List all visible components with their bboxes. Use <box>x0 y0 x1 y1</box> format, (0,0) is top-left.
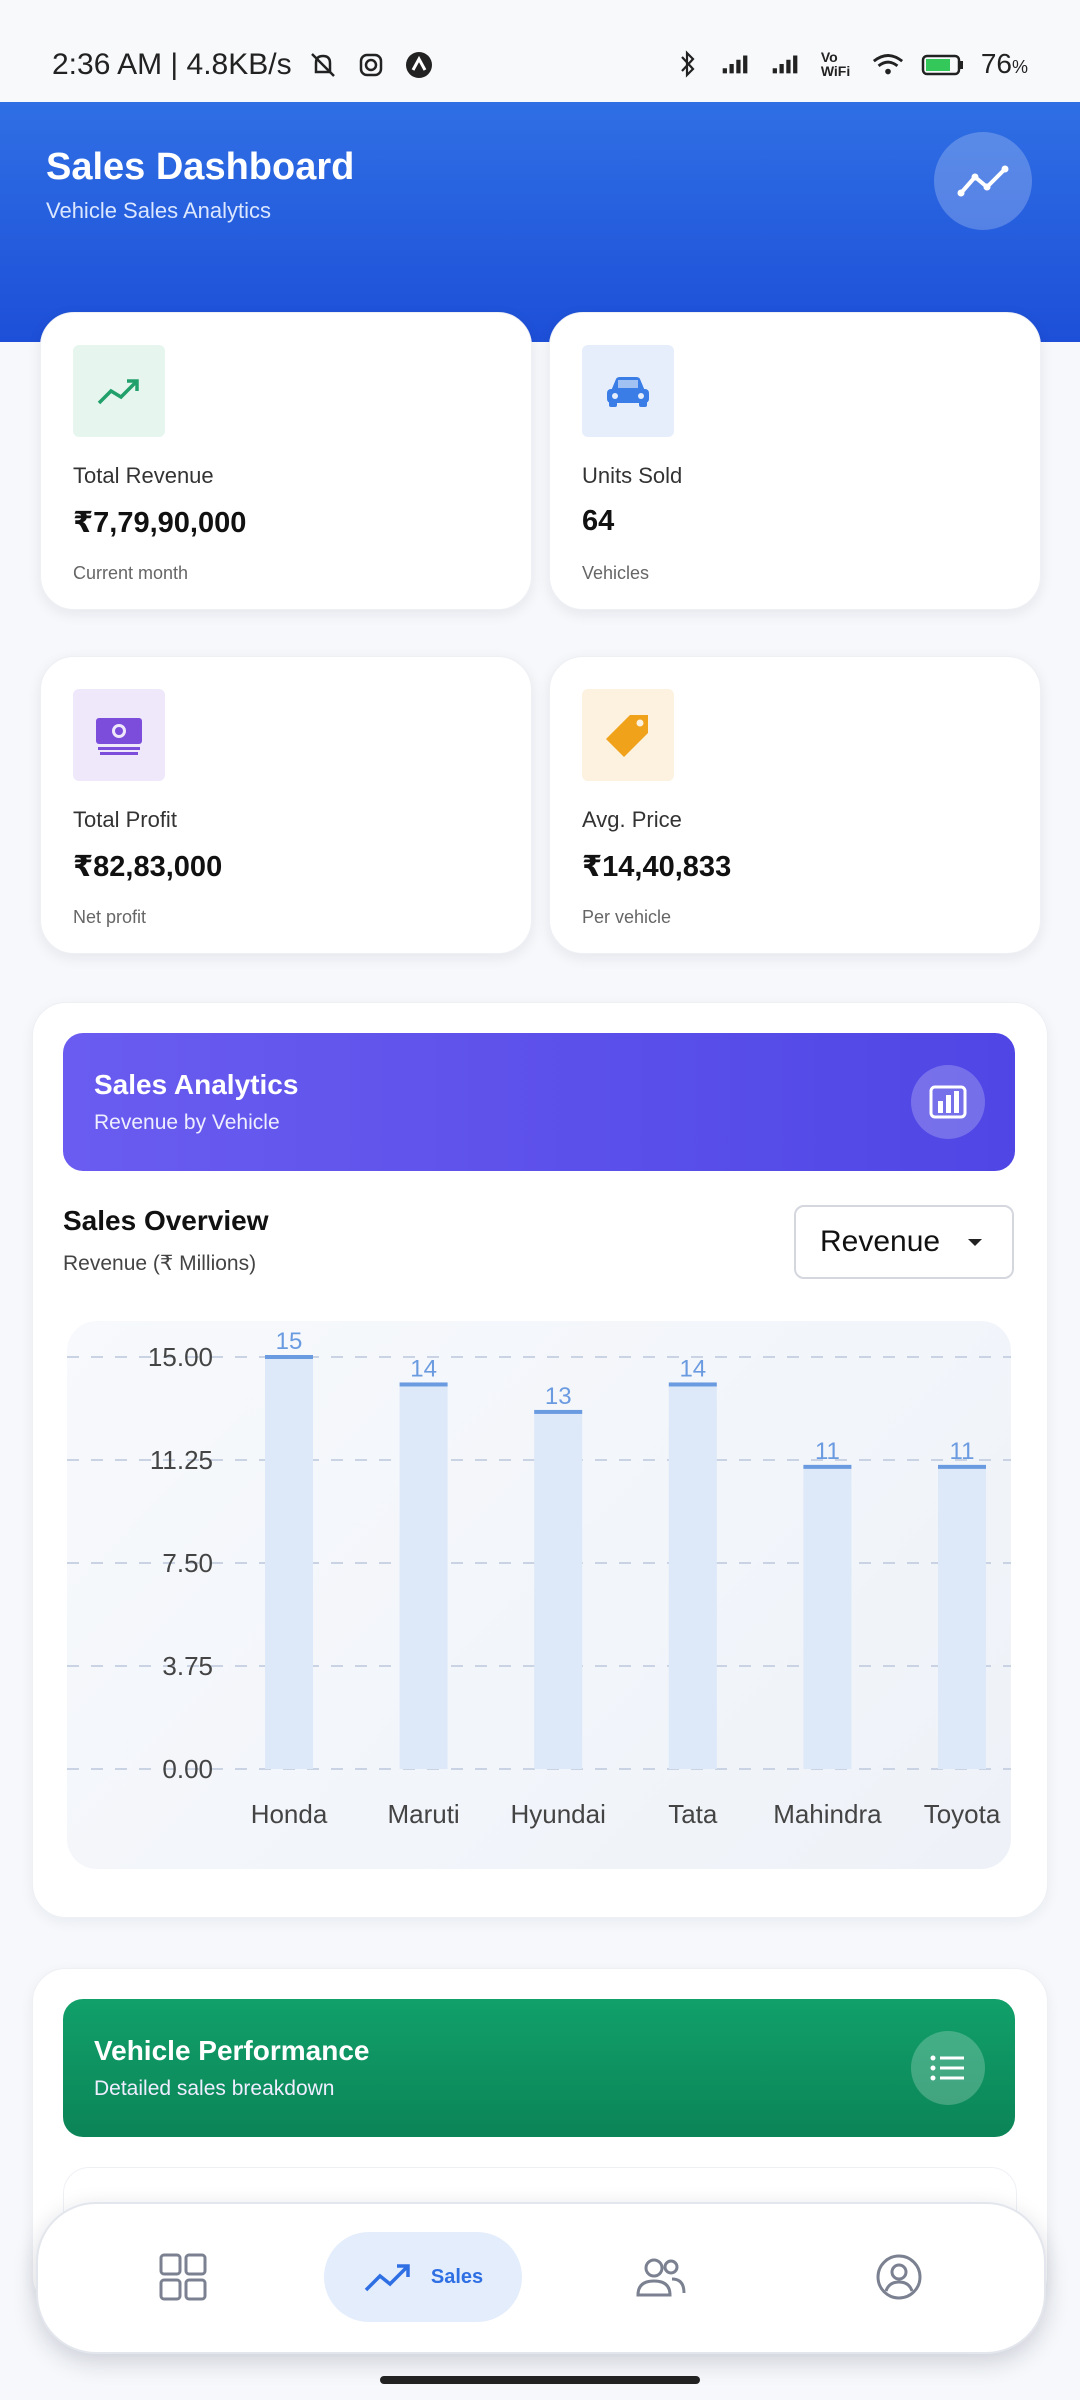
chart-bar-top <box>938 1464 986 1469</box>
sales-analytics-section: Sales Analytics Revenue by Vehicle Sales… <box>32 1002 1048 1918</box>
chart-bar-top <box>668 1382 717 1387</box>
status-time: 2:36 AM | 4.8KB/s <box>52 48 292 81</box>
status-right: Vo WiFi 76% <box>671 48 1028 80</box>
stat-value: ₹7,79,90,000 <box>73 507 247 539</box>
trending-up-icon <box>364 2264 410 2292</box>
line-chart-icon <box>957 165 1009 197</box>
section-subtitle: Revenue by Vehicle <box>94 1111 280 1134</box>
stat-card-avg-price[interactable]: Avg. Price ₹14,40,833 Per vehicle <box>549 656 1041 954</box>
section-subtitle: Detailed sales breakdown <box>94 2077 335 2100</box>
car-icon <box>582 345 674 437</box>
wifi-icon <box>872 54 903 75</box>
chart-bar-top <box>399 1382 448 1387</box>
overview-subtitle: Revenue (₹ Millions) <box>63 1252 257 1275</box>
sales-analytics-banner: Sales Analytics Revenue by Vehicle <box>63 1033 1015 1171</box>
stat-card-profit[interactable]: Total Profit ₹82,83,000 Net profit <box>40 656 532 954</box>
stat-label: Total Profit <box>73 807 177 832</box>
tag-icon <box>582 689 674 781</box>
stat-label: Avg. Price <box>582 807 682 832</box>
x-tick-label: Maruti <box>387 1799 459 1829</box>
money-icon <box>73 689 165 781</box>
grid-icon <box>159 2253 207 2301</box>
home-indicator <box>380 2376 700 2384</box>
chart-bar[interactable] <box>534 1411 583 1769</box>
x-tick-label: Mahindra <box>773 1799 882 1829</box>
metric-dropdown[interactable]: Revenue <box>794 1205 1014 1279</box>
stat-note: Per vehicle <box>582 907 672 927</box>
vowifi-label: Vo WiFi <box>820 49 851 79</box>
nav-dashboard[interactable] <box>128 2232 238 2322</box>
mute-icon <box>310 53 335 77</box>
x-tick-label: Honda <box>251 1799 328 1829</box>
bar-chart-icon <box>929 1085 967 1119</box>
chart-svg: 15.00 11.25 7.50 3.75 0.00 15 Honda 14 Maruti 13 H… <box>67 1328 1011 1829</box>
chart-bar-top <box>803 1464 852 1469</box>
y-tick-label: 0.00 <box>162 1754 213 1784</box>
stat-note: Current month <box>73 563 189 583</box>
stat-label: Units Sold <box>582 463 683 488</box>
x-tick-label: Tata <box>668 1799 718 1829</box>
list-icon <box>930 2055 964 2081</box>
chart-bar-top <box>534 1409 583 1414</box>
vehicle-performance-banner: Vehicle Performance Detailed sales break… <box>63 1999 1015 2137</box>
instagram-icon <box>359 53 382 77</box>
chart-bar[interactable] <box>399 1384 448 1769</box>
chart-bar[interactable] <box>668 1384 717 1769</box>
list-button[interactable] <box>911 2031 985 2105</box>
nav-sales-label: Sales <box>430 2265 484 2288</box>
stat-value: 64 <box>582 505 615 537</box>
battery-icon <box>921 54 963 76</box>
status-left: 2:36 AM | 4.8KB/s <box>52 48 436 82</box>
section-title: Sales Analytics <box>94 1069 299 1100</box>
overview-title: Sales Overview <box>63 1205 269 1236</box>
stat-card-units[interactable]: Units Sold 64 Vehicles <box>549 312 1041 610</box>
nav-profile[interactable] <box>844 2232 954 2322</box>
chart-bar[interactable] <box>803 1466 852 1769</box>
bottom-nav: Sales <box>36 2202 1046 2354</box>
stat-value: ₹14,40,833 <box>582 851 732 883</box>
stat-value: ₹82,83,000 <box>73 851 223 883</box>
chart-bar[interactable] <box>265 1357 313 1769</box>
stat-note: Vehicles <box>582 563 650 583</box>
bar-data-label: 14 <box>679 1355 706 1382</box>
bar-data-label: 14 <box>410 1355 437 1382</box>
chevron-down-icon <box>968 1239 982 1246</box>
bar-data-label: 13 <box>545 1383 572 1410</box>
y-tick-label: 7.50 <box>162 1548 213 1578</box>
nav-customers[interactable] <box>606 2232 716 2322</box>
status-bar: 2:36 AM | 4.8KB/s Vo WiFi 76% <box>0 0 1080 102</box>
trending-up-icon <box>73 345 165 437</box>
sales-bar-chart: 15.00 11.25 7.50 3.75 0.00 15 Honda 14 Maruti 13 H… <box>67 1321 1011 1869</box>
nav-sales[interactable]: Sales <box>324 2232 522 2322</box>
analytics-button[interactable] <box>934 132 1032 230</box>
dashboard-header: Sales Dashboard Vehicle Sales Analytics <box>0 102 1080 342</box>
chart-bar-top <box>265 1355 313 1359</box>
bar-data-label: 11 <box>815 1438 840 1465</box>
y-tick-label: 15.00 <box>148 1342 213 1372</box>
section-title: Vehicle Performance <box>94 2035 370 2066</box>
bluetooth-icon <box>681 50 695 78</box>
signal-icon <box>722 55 748 74</box>
bar-data-label: 11 <box>950 1438 975 1465</box>
users-icon <box>636 2258 686 2297</box>
dropdown-value: Revenue <box>820 1225 941 1258</box>
page-title: Sales Dashboard <box>46 146 355 188</box>
x-tick-label: Toyota <box>924 1799 1001 1829</box>
bar-data-label: 15 <box>276 1328 303 1355</box>
chart-bar[interactable] <box>938 1466 986 1769</box>
profile-icon <box>876 2254 922 2300</box>
signal-icon-2 <box>772 55 798 74</box>
battery-level: 76% <box>980 48 1028 79</box>
y-tick-label: 11.25 <box>150 1445 213 1475</box>
page-subtitle: Vehicle Sales Analytics <box>46 198 272 223</box>
y-tick-label: 3.75 <box>162 1651 213 1681</box>
bar-chart-button[interactable] <box>911 1065 985 1139</box>
stat-label: Total Revenue <box>73 463 214 488</box>
stat-card-revenue[interactable]: Total Revenue ₹7,79,90,000 Current month <box>40 312 532 610</box>
stat-note: Net profit <box>73 907 147 927</box>
app-logo-icon <box>405 52 432 78</box>
x-tick-label: Hyundai <box>510 1799 605 1829</box>
